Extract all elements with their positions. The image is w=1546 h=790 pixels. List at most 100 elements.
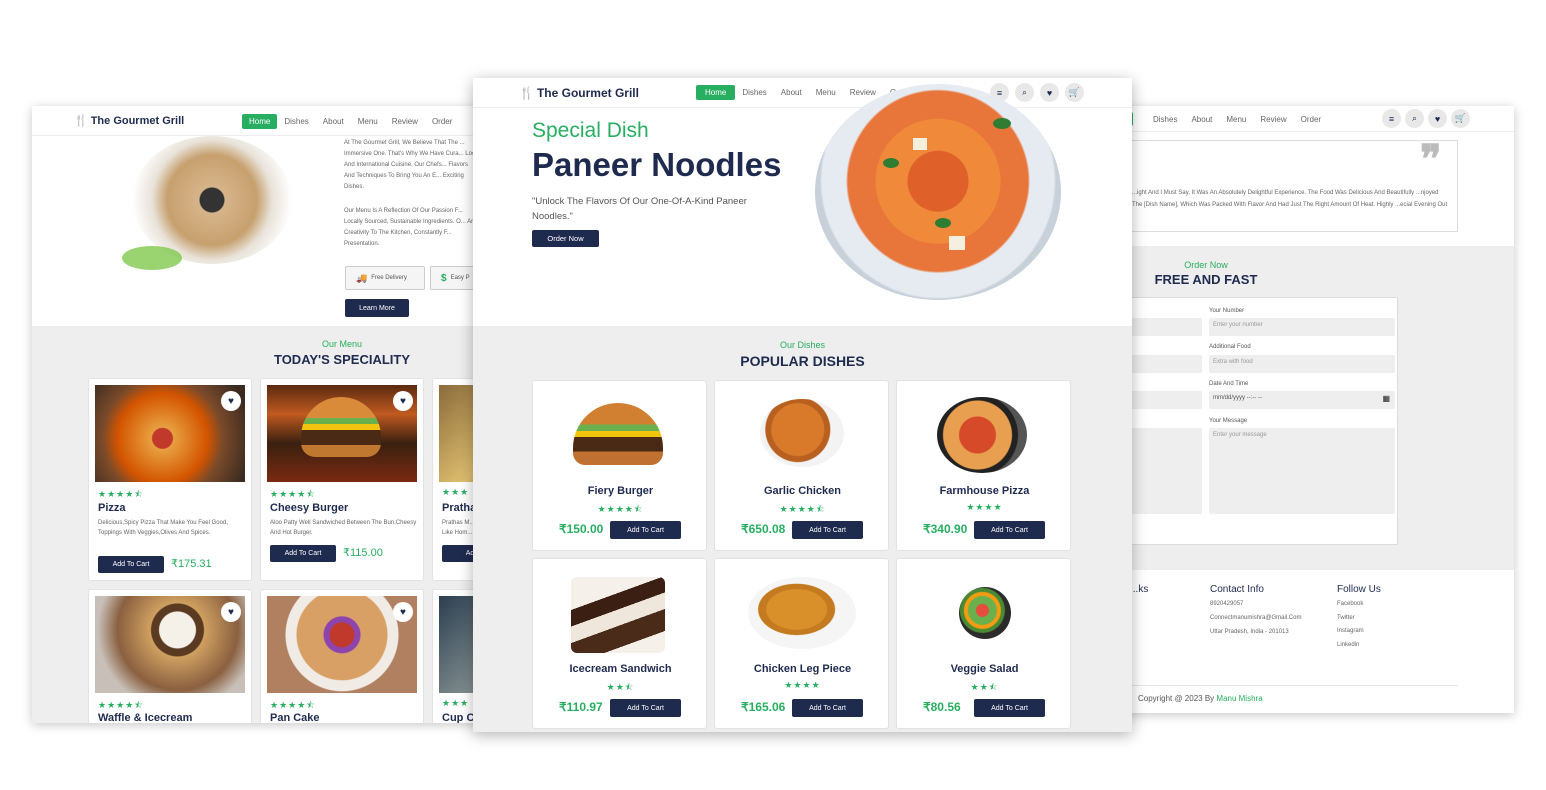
nav-home[interactable]: Home xyxy=(242,114,278,129)
add-to-cart-button[interactable]: Add To Cart xyxy=(610,699,681,717)
quote-icon: ❞ xyxy=(1420,138,1442,182)
dish-name: Chicken Leg Piece xyxy=(753,663,852,675)
left-navbar: 🍴 The Gourmet Grill Home Dishes About Men… xyxy=(32,106,480,136)
social-twitter[interactable]: Twitter xyxy=(1337,613,1355,624)
order-subtitle: Order Now xyxy=(1184,260,1228,270)
name-input-partial[interactable] xyxy=(1120,318,1202,336)
basil-leaf xyxy=(883,158,899,168)
menu-subtitle: Our Menu xyxy=(321,339,363,349)
rating-stars: ★★★★ xyxy=(784,680,821,690)
logo[interactable]: 🍴 The Gourmet Grill xyxy=(74,114,184,128)
heart-icon[interactable]: ♥ xyxy=(393,391,413,411)
nav-about[interactable]: About xyxy=(316,114,351,129)
number-input[interactable]: Enter your number xyxy=(1209,318,1395,336)
your-number-label: Your Number xyxy=(1209,308,1245,314)
social-linkedin[interactable]: Linkedin xyxy=(1337,640,1359,651)
menu-card-pizza: ♥ ★★★★⯪ Pizza Delicious,Spicy Pizza That… xyxy=(88,378,252,581)
dish-name: Garlic Chicken xyxy=(763,485,842,497)
order-section: Order Now FREE AND FAST Your Number Ente… xyxy=(1120,246,1514,570)
nav-order[interactable]: Order xyxy=(1294,112,1328,127)
truck-icon: 🚚 xyxy=(356,272,368,283)
social-instagram[interactable]: Instagram xyxy=(1337,626,1364,637)
address-input-partial[interactable] xyxy=(1120,391,1202,409)
nav-order[interactable]: Order xyxy=(425,114,459,129)
cart-icon[interactable]: 🛒 xyxy=(1451,109,1470,128)
cart-icon[interactable]: 🛒 xyxy=(1065,83,1084,102)
search-icon[interactable]: ⌕ xyxy=(1405,109,1424,128)
rating-stars: ★★★★⯪ xyxy=(98,489,144,499)
add-to-cart-button[interactable]: Add To Cart xyxy=(610,521,681,539)
nav-menu[interactable]: Menu xyxy=(809,85,843,100)
nav-dishes[interactable]: Dishes xyxy=(277,114,315,129)
heart-icon[interactable]: ♥ xyxy=(1040,83,1059,102)
card-price: ₹115.00 xyxy=(343,547,383,559)
free-delivery-badge: 🚚 Free Delivery xyxy=(345,266,425,290)
add-to-cart-button[interactable]: Add To Cart xyxy=(270,545,336,562)
nav-review[interactable]: Review xyxy=(385,114,425,129)
footer: ...ks Contact Info 8920429057 Connectman… xyxy=(1120,570,1514,713)
add-to-cart-button[interactable]: Add To Cart xyxy=(792,521,863,539)
right-navbar: Dishes About Menu Review Order ≡ ⌕ ♥ 🛒 xyxy=(1120,106,1514,132)
rating-stars: ★★★★⯪ xyxy=(270,489,316,499)
search-icon[interactable]: ⌕ xyxy=(1015,83,1034,102)
dish-card: Veggie Salad ★★⯪ ₹80.56 Add To Cart xyxy=(896,558,1071,729)
social-facebook[interactable]: Facebook xyxy=(1337,599,1363,610)
learn-more-button[interactable]: Learn More xyxy=(345,299,409,317)
about-paragraph-2: Our Menu Is A Reflection Of Our Passion … xyxy=(344,208,478,247)
card-price: ₹175.31 xyxy=(171,558,212,570)
card-description: Delicious,Spicy Pizza That Make You Feel… xyxy=(98,520,228,536)
noodles-plate-image xyxy=(815,84,1061,300)
calendar-icon[interactable]: ▦ xyxy=(1382,394,1390,403)
logo[interactable]: 🍴 The Gourmet Grill xyxy=(519,86,639,100)
heart-icon[interactable]: ♥ xyxy=(393,602,413,622)
heart-icon[interactable]: ♥ xyxy=(1428,109,1447,128)
fiery-burger-image xyxy=(573,403,663,465)
extra-input-partial[interactable] xyxy=(1120,428,1202,514)
contact-phone: 8920429057 xyxy=(1210,601,1244,607)
dish-name: Veggie Salad xyxy=(950,663,1019,675)
right-nav-icons: ≡ ⌕ ♥ 🛒 xyxy=(1382,109,1470,128)
nav-about[interactable]: About xyxy=(1184,112,1219,127)
additional-food-input[interactable]: Extra with food xyxy=(1209,355,1395,373)
menu-bars-icon[interactable]: ≡ xyxy=(1382,109,1401,128)
date-time-input[interactable]: mm/dd/yyyy --:-- -- ▦ xyxy=(1209,391,1395,409)
nav-dishes[interactable]: Dishes xyxy=(735,85,773,100)
add-to-cart-button[interactable]: Add To Cart xyxy=(974,699,1045,717)
contact-email[interactable]: Connectmanumishra@Gmail.Com xyxy=(1210,613,1301,624)
dish-name: Farmhouse Pizza xyxy=(939,485,1030,497)
dish-card: Icecream Sandwich ★★⯪ ₹110.97 Add To Car… xyxy=(532,558,707,729)
nav-menu[interactable]: Menu xyxy=(1219,112,1253,127)
heart-icon[interactable]: ♥ xyxy=(221,391,241,411)
menu-card-pancake: ♥ ★★★★⯪ Pan Cake xyxy=(260,589,424,723)
nav-menu[interactable]: Menu xyxy=(351,114,385,129)
nav-about[interactable]: About xyxy=(774,85,809,100)
copyright: Copyright @ 2023 By Manu Mishra xyxy=(1138,694,1263,703)
dish-tagline: "Unlock The Flavors Of Our One-Of-A-Kind… xyxy=(532,196,747,222)
dish-name: Icecream Sandwich xyxy=(569,663,672,675)
nav-review[interactable]: Review xyxy=(1253,112,1293,127)
menu-title: TODAY'S SPECIALITY xyxy=(273,352,410,367)
dish-card: Garlic Chicken ★★★★⯪ ₹650.08 Add To Cart xyxy=(714,380,889,551)
dish-price: ₹110.97 xyxy=(559,700,603,714)
heart-icon[interactable]: ♥ xyxy=(221,602,241,622)
card-title: Cheesy Burger xyxy=(270,502,349,514)
icecream-sandwich-image xyxy=(571,577,665,653)
paneer-cube xyxy=(949,236,965,250)
dish-title: Paneer Noodles xyxy=(532,146,782,183)
card-title: Waffle & Icecream xyxy=(98,712,193,723)
nav-dishes[interactable]: Dishes xyxy=(1146,112,1184,127)
card-title: Cup C xyxy=(442,712,475,723)
dish-price: ₹150.00 xyxy=(559,522,604,536)
nav-home[interactable]: Home xyxy=(696,85,736,100)
dishes-title: POPULAR DISHES xyxy=(740,353,865,369)
dish-card: Chicken Leg Piece ★★★★ ₹165.06 Add To Ca… xyxy=(714,558,889,729)
order-now-button[interactable]: Order Now xyxy=(532,230,599,247)
add-to-cart-button[interactable]: Add To Cart xyxy=(974,521,1045,539)
order-form: Your Number Enter your number Additional… xyxy=(1120,297,1398,545)
dish-price: ₹650.08 xyxy=(741,522,786,536)
add-to-cart-button[interactable]: Add To Cart xyxy=(98,556,164,573)
message-textarea[interactable]: Enter your message xyxy=(1209,428,1395,514)
add-to-cart-button[interactable]: Add To Cart xyxy=(792,699,863,717)
food-input-partial[interactable] xyxy=(1120,355,1202,373)
author-link[interactable]: Manu Mishra xyxy=(1216,694,1262,703)
